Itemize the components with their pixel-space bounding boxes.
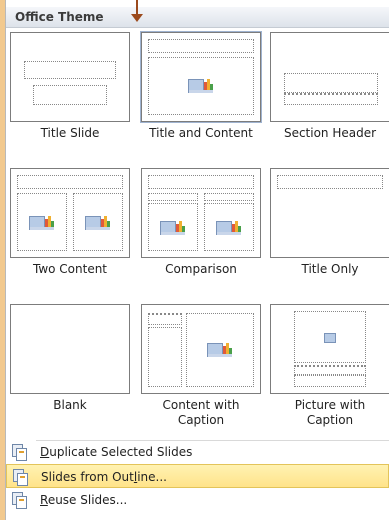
layout-label: Comparison — [165, 262, 237, 276]
layout-label: Content with Caption — [162, 398, 240, 427]
layout-thumbnail — [270, 168, 389, 258]
layout-thumbnail — [141, 168, 261, 258]
menu-item-label: Reuse Slides... — [40, 493, 128, 507]
layout-thumbnail — [270, 32, 389, 122]
layout-thumbnail — [140, 31, 262, 123]
duplicate-selected-slides-item[interactable]: Duplicate Selected Slides — [6, 440, 389, 464]
layout-content-with-caption[interactable]: Content with Caption — [139, 304, 263, 428]
layout-picture-with-caption[interactable]: Picture with Caption — [268, 304, 389, 428]
layout-gallery: Title Slide Title and Content Section He… — [6, 28, 389, 436]
reuse-slides-icon — [12, 492, 27, 509]
layout-blank[interactable]: Blank — [8, 304, 132, 413]
layout-title-only[interactable]: Title Only — [268, 168, 389, 277]
content-placeholder-icon — [29, 212, 55, 232]
layout-title-slide[interactable]: Title Slide — [8, 32, 132, 141]
gallery-header-label: Office Theme — [15, 10, 104, 24]
layout-two-content[interactable]: Two Content — [8, 168, 132, 277]
layout-comparison[interactable]: Comparison — [139, 168, 263, 277]
content-placeholder-icon — [160, 217, 186, 237]
menu-item-label: Slides from Outline... — [41, 470, 167, 484]
layout-label: Title Slide — [40, 126, 100, 140]
picture-placeholder-icon — [324, 333, 336, 343]
content-placeholder-icon — [216, 217, 242, 237]
layout-label: Title Only — [301, 262, 359, 276]
layout-thumbnail — [141, 304, 261, 394]
new-slide-dropdown-panel: Office Theme Title Slide Title and Conte… — [5, 0, 389, 520]
slides-from-outline-item[interactable]: Slides from Outline... — [6, 464, 389, 488]
layout-label: Section Header — [283, 126, 377, 140]
gallery-header: Office Theme — [6, 7, 389, 28]
content-placeholder-icon — [188, 75, 214, 95]
layout-label: Blank — [53, 398, 87, 412]
layout-label: Picture with Caption — [294, 398, 366, 427]
layout-section-header[interactable]: Section Header — [268, 32, 389, 141]
layout-thumbnail — [270, 304, 389, 394]
layout-title-and-content[interactable]: Title and Content — [139, 31, 263, 141]
layout-thumbnail — [10, 32, 130, 122]
content-placeholder-icon — [207, 339, 233, 359]
annotation-arrow-head — [131, 14, 143, 22]
layout-label: Title and Content — [149, 126, 253, 140]
content-placeholder-icon — [85, 212, 111, 232]
reuse-slides-item[interactable]: Reuse Slides... — [6, 488, 389, 512]
layout-label: Two Content — [32, 262, 108, 276]
layout-thumbnail — [10, 304, 130, 394]
layout-thumbnail — [10, 168, 130, 258]
duplicate-slides-icon — [12, 444, 27, 461]
slides-from-outline-icon — [13, 469, 28, 486]
new-slide-menu: Duplicate Selected Slides Slides from Ou… — [6, 440, 389, 512]
menu-item-label: Duplicate Selected Slides — [40, 445, 193, 459]
